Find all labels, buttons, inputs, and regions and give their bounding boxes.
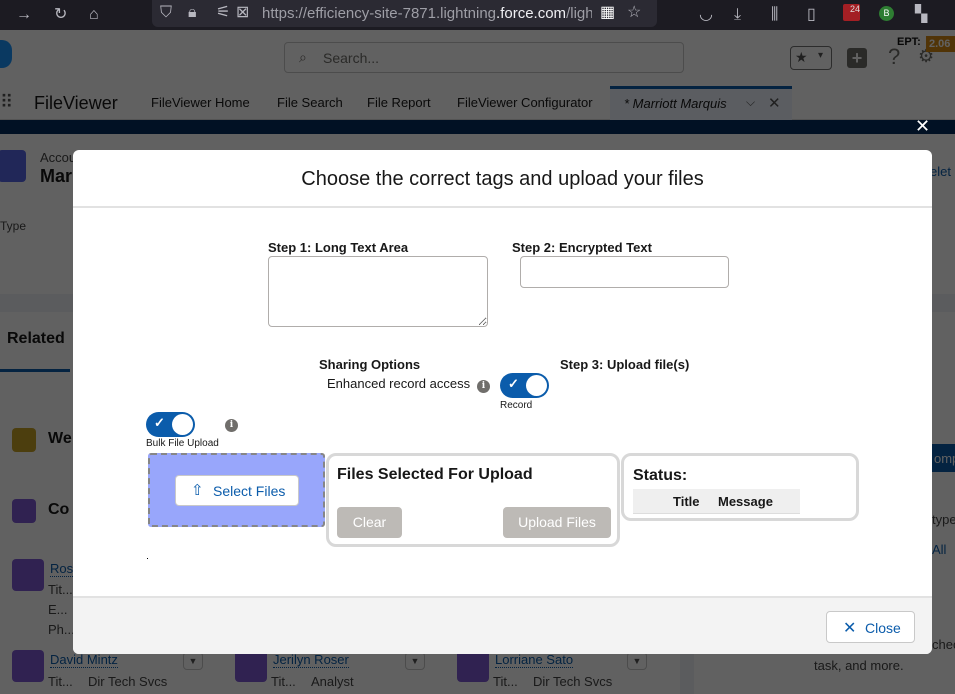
- close-button-label: Close: [865, 620, 901, 636]
- permissions-icon[interactable]: ⚟: [216, 2, 230, 24]
- upload-icon: ⇧: [191, 482, 204, 499]
- info-icon[interactable]: i: [225, 419, 238, 432]
- modal-footer: ✕ Close: [73, 596, 932, 654]
- column-header-message: Message: [718, 494, 773, 509]
- check-icon: ✓: [154, 415, 165, 430]
- long-text-area-input[interactable]: [268, 256, 488, 327]
- files-selected-panel: Files Selected For Upload Clear Upload F…: [326, 453, 620, 547]
- reload-icon[interactable]: ↻: [54, 4, 67, 26]
- sharing-options-label: Sharing Options: [319, 357, 421, 372]
- stray-dot: [147, 558, 148, 559]
- bookmark-star-icon[interactable]: ☆: [627, 2, 641, 24]
- file-dropzone[interactable]: ⇧ Select Files: [148, 453, 325, 527]
- step1-label: Step 1: Long Text Area: [268, 240, 409, 255]
- sidebar-icon[interactable]: ▯: [807, 4, 816, 26]
- info-icon[interactable]: i: [477, 380, 490, 393]
- select-files-label: Select Files: [213, 483, 286, 499]
- qr-code-icon[interactable]: ▦: [600, 2, 615, 24]
- status-table-header: Title Message: [633, 489, 800, 514]
- bulk-file-upload-toggle[interactable]: ✓: [146, 412, 195, 437]
- notification-badge[interactable]: 24: [843, 4, 860, 21]
- files-selected-title: Files Selected For Upload: [337, 466, 533, 483]
- forward-icon[interactable]: →: [16, 4, 32, 26]
- encrypted-text-input[interactable]: [520, 256, 729, 288]
- notification-count: 24: [849, 4, 860, 14]
- step3-label: Step 3: Upload file(s): [560, 357, 690, 372]
- clear-button[interactable]: Clear: [337, 507, 402, 538]
- modal-close-icon[interactable]: ✕: [915, 116, 930, 137]
- check-icon: ✓: [508, 376, 519, 391]
- record-toggle-label: Record: [500, 400, 533, 411]
- close-icon: ✕: [843, 620, 857, 637]
- home-icon[interactable]: ⌂: [89, 4, 99, 26]
- toggle-knob: [526, 375, 547, 396]
- modal-header: Choose the correct tags and upload your …: [73, 150, 932, 208]
- enhanced-record-access-label: Enhanced record access: [327, 376, 471, 391]
- url-domain: .force.com: [496, 5, 567, 22]
- address-bar[interactable]: ⛉ 🔒︎ ⚟ ⊠ https://efficiency-site-7871.li…: [152, 0, 657, 27]
- upload-modal: Choose the correct tags and upload your …: [73, 150, 932, 654]
- profile-avatar[interactable]: B: [879, 6, 894, 21]
- modal-title: Choose the correct tags and upload your …: [301, 168, 704, 190]
- notifications-blocked-icon[interactable]: ⊠: [236, 2, 249, 24]
- downloads-icon[interactable]: ⤓: [734, 4, 741, 26]
- url-text[interactable]: https://efficiency-site-7871.lightning.f…: [262, 5, 592, 22]
- status-title: Status:: [633, 467, 688, 484]
- toggle-knob: [172, 414, 193, 435]
- record-access-toggle[interactable]: ✓: [500, 373, 549, 398]
- library-icon[interactable]: ⫼: [771, 4, 778, 26]
- browser-toolbar: → ↻ ⌂ ⛉ 🔒︎ ⚟ ⊠ https://efficiency-site-7…: [0, 0, 955, 30]
- select-files-button[interactable]: ⇧ Select Files: [175, 475, 299, 506]
- url-host: https://efficiency-site-7871.lightning: [262, 5, 497, 22]
- step2-label: Step 2: Encrypted Text: [512, 240, 652, 255]
- column-header-title: Title: [673, 494, 700, 509]
- profile-initial: B: [883, 8, 890, 18]
- bulk-file-upload-label: Bulk File Upload: [146, 438, 219, 449]
- upload-files-button[interactable]: Upload Files: [503, 507, 611, 538]
- close-button[interactable]: ✕ Close: [826, 611, 915, 643]
- tracking-shield-icon[interactable]: ⛉: [160, 2, 172, 24]
- pocket-icon[interactable]: ◡: [699, 4, 713, 26]
- url-path: /light: [566, 5, 592, 22]
- status-panel: Status: Title Message: [621, 453, 859, 521]
- extensions-icon[interactable]: ▚: [915, 4, 927, 26]
- lock-icon[interactable]: 🔒︎: [188, 2, 197, 24]
